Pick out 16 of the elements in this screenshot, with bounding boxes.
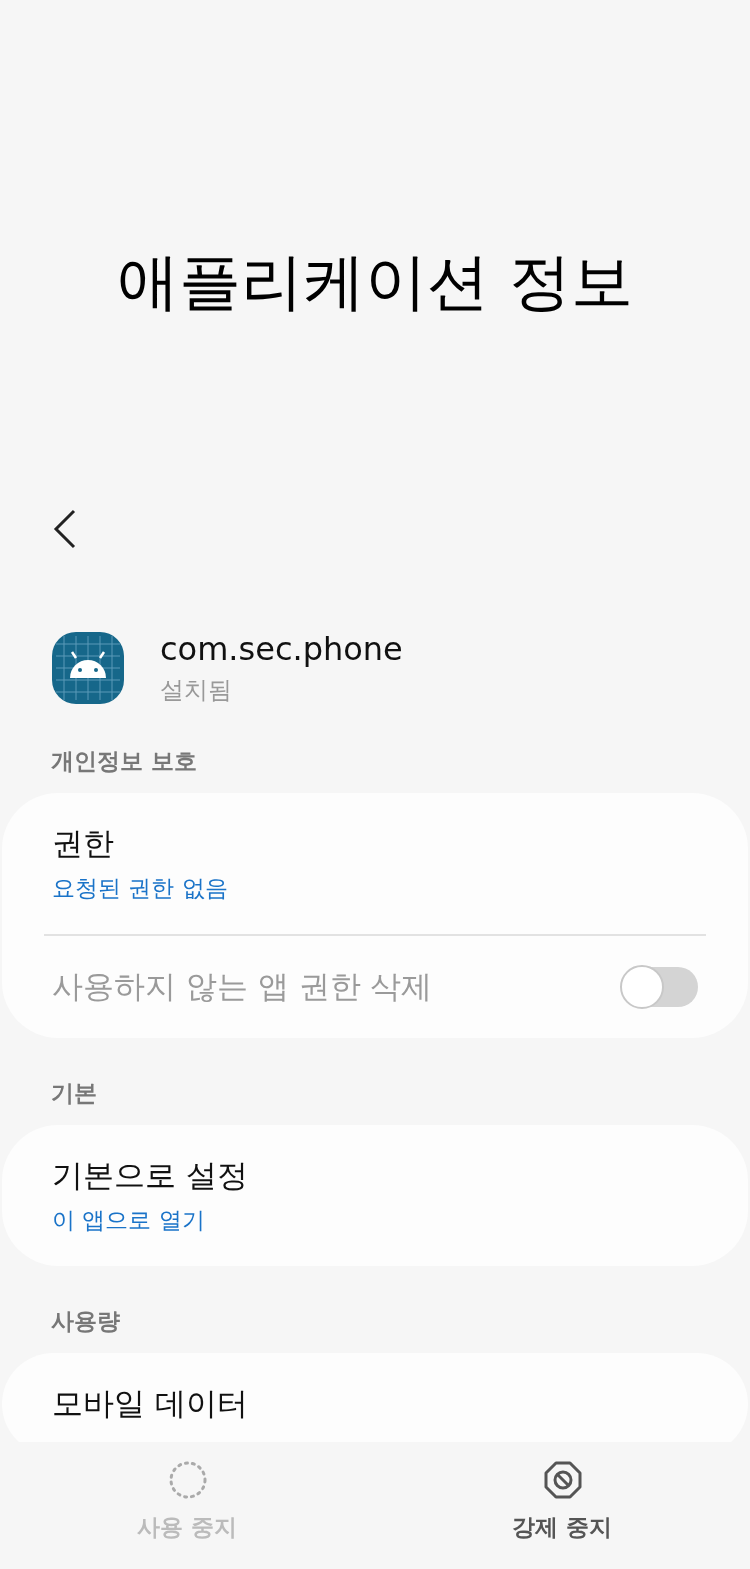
setting-summary: 이 앱으로 열기 bbox=[52, 1206, 206, 1235]
stop-sign-icon bbox=[542, 1460, 583, 1500]
back-icon[interactable] bbox=[52, 508, 78, 550]
setting-title[interactable]: 권한 bbox=[52, 823, 228, 865]
install-status: 설치됨 bbox=[160, 675, 233, 706]
action-button[interactable]: 강제 중지 bbox=[375, 1442, 750, 1569]
dashed-circle-icon bbox=[167, 1460, 208, 1500]
setting-summary: 요청된 권한 없음 bbox=[52, 874, 228, 903]
setting-title[interactable]: 모바일 데이터 bbox=[52, 1383, 248, 1425]
setting-title[interactable]: 기본으로 설정 bbox=[52, 1155, 248, 1197]
page-title: 애플리케이션 정보 bbox=[117, 244, 633, 320]
android-app-icon bbox=[52, 632, 124, 704]
section-header: 기본 bbox=[51, 1079, 98, 1108]
app-package-name: com.sec.phone bbox=[160, 630, 403, 668]
section-header: 사용량 bbox=[51, 1307, 121, 1336]
section-header: 개인정보 보호 bbox=[51, 747, 198, 776]
